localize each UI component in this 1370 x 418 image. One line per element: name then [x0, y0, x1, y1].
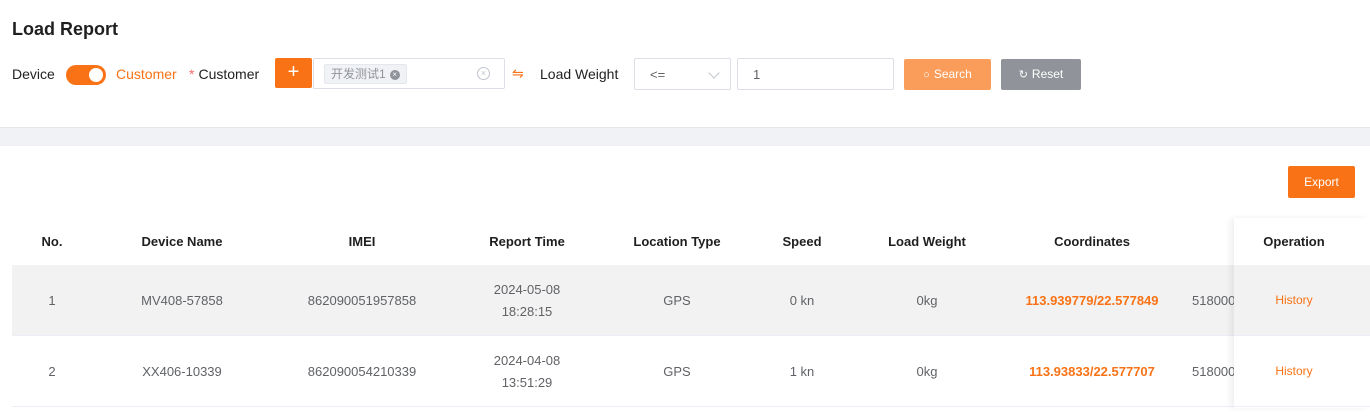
device-label: Device	[12, 66, 55, 82]
cell-coordinates[interactable]: 113.93833/22.577707	[1029, 336, 1155, 407]
page-title: Load Report	[12, 19, 118, 39]
cell-no: 2	[48, 363, 56, 379]
load-weight-label: Load Weight	[540, 66, 619, 82]
customer-field-label: * Customer	[189, 58, 259, 90]
required-mark: *	[189, 66, 195, 82]
search-icon: ○	[923, 69, 930, 81]
col-no: No.	[41, 234, 63, 249]
report-time: 18:28:15	[501, 303, 553, 319]
device-customer-toggle[interactable]	[66, 65, 106, 85]
table-header: No. Device Name IMEI Report Time Locatio…	[12, 218, 1370, 265]
col-coordinates: Coordinates	[1054, 234, 1130, 249]
export-button[interactable]: Export	[1288, 166, 1355, 198]
cell-location-type: GPS	[663, 292, 691, 308]
col-report-time: Report Time	[489, 234, 565, 249]
search-label: Search	[933, 67, 972, 81]
cell-device-name: XX406-10339	[142, 363, 222, 379]
cell-load-weight: 0kg	[916, 363, 938, 379]
history-link[interactable]: History	[1275, 265, 1312, 336]
customer-field-text: Customer	[198, 66, 260, 82]
reset-label: Reset	[1031, 67, 1064, 81]
operation-cell: History	[1234, 265, 1370, 336]
cell-device-name: MV408-57858	[141, 292, 223, 308]
customer-toggle-label: Customer	[116, 66, 177, 82]
col-location-type: Location Type	[633, 234, 721, 249]
report-time: 13:51:29	[501, 374, 553, 390]
add-customer-button[interactable]: +	[275, 58, 312, 88]
customer-select[interactable]: 开发测试1 × ×	[313, 58, 505, 89]
cell-coordinates[interactable]: 113.939779/22.577849	[1025, 265, 1158, 336]
cell-no: 1	[48, 292, 56, 308]
swap-icon[interactable]: ⇋	[512, 65, 524, 82]
customer-tag-label: 开发测试1	[331, 67, 386, 81]
report-date: 2024-05-08	[493, 281, 561, 297]
weight-input[interactable]	[737, 58, 894, 90]
operation-column: Operation History History	[1234, 218, 1370, 408]
tag-close-icon[interactable]: ×	[389, 69, 400, 80]
col-operation: Operation	[1263, 234, 1325, 249]
cell-load-weight: 0kg	[916, 292, 938, 308]
col-imei: IMEI	[348, 234, 376, 249]
search-button[interactable]: ○ Search	[904, 59, 991, 90]
cell-extra: 518000	[1192, 363, 1236, 379]
table-row: 1 MV408-57858 862090051957858 2024-05-08…	[12, 265, 1370, 336]
header: Load Report Device Customer * Customer + …	[0, 0, 1370, 127]
reset-button[interactable]: ↻ Reset	[1001, 59, 1081, 90]
cell-speed: 1 kn	[789, 363, 815, 379]
cell-imei: 862090054210339	[307, 363, 417, 379]
chevron-down-icon	[708, 67, 720, 79]
cell-report-time: 2024-05-08 18:28:15	[494, 265, 561, 336]
cell-location-type: GPS	[663, 363, 691, 379]
table-row: 2 XX406-10339 862090054210339 2024-04-08…	[12, 336, 1370, 407]
section-divider	[0, 127, 1370, 146]
history-link[interactable]: History	[1275, 336, 1312, 407]
clear-icon[interactable]: ×	[477, 67, 490, 80]
operator-value: <=	[650, 67, 666, 82]
toggle-knob	[89, 68, 103, 82]
cell-imei: 862090051957858	[307, 292, 417, 308]
col-load-weight: Load Weight	[888, 234, 966, 249]
report-date: 2024-04-08	[493, 352, 561, 368]
operator-select[interactable]: <=	[634, 58, 731, 90]
customer-tag: 开发测试1 ×	[324, 64, 407, 84]
col-speed: Speed	[782, 234, 822, 249]
filter-bar: Device Customer * Customer + 开发测试1 × × ⇋ L…	[0, 58, 1370, 90]
refresh-icon: ↻	[1018, 69, 1028, 81]
cell-speed: 0 kn	[789, 292, 815, 308]
cell-report-time: 2024-04-08 13:51:29	[494, 336, 561, 407]
cell-extra: 518000	[1192, 292, 1236, 308]
col-device-name: Device Name	[141, 234, 223, 249]
operation-cell: History	[1234, 336, 1370, 407]
